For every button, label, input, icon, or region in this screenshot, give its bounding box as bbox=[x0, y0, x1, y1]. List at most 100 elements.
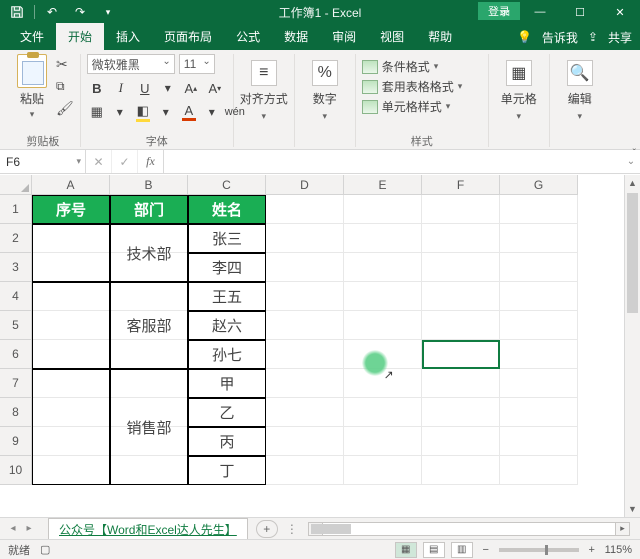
fill-color-icon[interactable]: ◧ bbox=[133, 102, 153, 122]
bold-button[interactable]: B bbox=[87, 78, 107, 98]
col-header[interactable]: G bbox=[500, 175, 578, 195]
undo-icon[interactable]: ↶ bbox=[41, 2, 63, 22]
row-header[interactable]: 1 bbox=[0, 195, 32, 224]
close-icon[interactable]: ✕ bbox=[600, 0, 640, 24]
dept-cell[interactable]: 技术部 bbox=[110, 224, 188, 282]
merged-cell[interactable] bbox=[32, 282, 110, 369]
borders-icon[interactable]: ▦ bbox=[87, 102, 107, 122]
grid-body[interactable]: 1 2 3 4 5 6 7 8 9 10 序号 部门 姓名 技术部 客服部 销售… bbox=[0, 195, 640, 517]
col-header[interactable]: B bbox=[110, 175, 188, 195]
dept-cell[interactable]: 销售部 bbox=[110, 369, 188, 485]
scroll-thumb[interactable] bbox=[311, 524, 351, 534]
share-button[interactable]: 共享 bbox=[608, 29, 632, 46]
formula-input[interactable] bbox=[164, 150, 622, 173]
select-all-corner[interactable] bbox=[0, 175, 32, 195]
name-cell[interactable]: 李四 bbox=[188, 253, 266, 282]
maximize-icon[interactable]: ☐ bbox=[560, 0, 600, 24]
sheet-nav[interactable]: ◂▸ bbox=[0, 523, 42, 534]
name-box[interactable]: F6 bbox=[0, 150, 86, 173]
number-format-button[interactable]: % 数字 ▾ bbox=[301, 54, 349, 122]
col-header[interactable]: C bbox=[188, 175, 266, 195]
scroll-right-icon[interactable]: ▸ bbox=[615, 523, 629, 535]
name-cell[interactable]: 孙七 bbox=[188, 340, 266, 369]
col-header[interactable]: A bbox=[32, 175, 110, 195]
zoom-out-icon[interactable]: − bbox=[479, 544, 493, 556]
minimize-icon[interactable]: — bbox=[520, 0, 560, 24]
name-cell[interactable]: 王五 bbox=[188, 282, 266, 311]
row-header[interactable]: 3 bbox=[0, 253, 32, 282]
increase-font-icon[interactable]: A▴ bbox=[181, 78, 201, 98]
sheet-tab[interactable]: 公众号【Word和Excel达人先生】 bbox=[48, 518, 248, 540]
zoom-level[interactable]: 115% bbox=[605, 544, 632, 556]
format-as-table-button[interactable]: 套用表格格式▾ bbox=[362, 78, 463, 95]
chevron-down-icon[interactable]: ▾ bbox=[159, 78, 177, 98]
scroll-up-icon[interactable]: ▲ bbox=[625, 175, 640, 191]
italic-button[interactable]: I bbox=[111, 78, 131, 98]
row-header[interactable]: 8 bbox=[0, 398, 32, 427]
ribbon-display-icon[interactable]: ▭ bbox=[490, 0, 520, 24]
redo-icon[interactable]: ↷ bbox=[69, 2, 91, 22]
name-cell[interactable]: 赵六 bbox=[188, 311, 266, 340]
cells-button[interactable]: ▦ 单元格 ▾ bbox=[495, 54, 543, 122]
conditional-formatting-button[interactable]: 条件格式▾ bbox=[362, 58, 439, 75]
page-break-view-icon[interactable]: ▥ bbox=[451, 542, 473, 558]
cancel-formula-icon[interactable]: ✕ bbox=[86, 150, 112, 173]
row-header[interactable]: 6 bbox=[0, 340, 32, 369]
merged-cell[interactable] bbox=[32, 224, 110, 282]
zoom-slider[interactable] bbox=[499, 548, 579, 552]
copy-icon[interactable]: ⧉ bbox=[56, 79, 74, 94]
chevron-down-icon[interactable]: ▾ bbox=[157, 102, 175, 122]
tab-help[interactable]: 帮助 bbox=[416, 23, 464, 50]
expand-formula-icon[interactable]: ⌄ bbox=[622, 150, 640, 173]
new-sheet-icon[interactable]: + bbox=[256, 520, 278, 538]
tab-review[interactable]: 审阅 bbox=[320, 23, 368, 50]
tab-file[interactable]: 文件 bbox=[8, 23, 56, 50]
dept-cell[interactable]: 客服部 bbox=[110, 282, 188, 369]
decrease-font-icon[interactable]: A▾ bbox=[205, 78, 225, 98]
scroll-down-icon[interactable]: ▼ bbox=[625, 501, 640, 517]
scroll-track[interactable] bbox=[625, 191, 640, 501]
save-icon[interactable] bbox=[6, 2, 28, 22]
table-header[interactable]: 部门 bbox=[110, 195, 188, 224]
tab-home[interactable]: 开始 bbox=[56, 23, 104, 50]
col-header[interactable]: E bbox=[344, 175, 422, 195]
name-cell[interactable]: 丙 bbox=[188, 427, 266, 456]
macro-record-icon[interactable]: ▢ bbox=[40, 543, 50, 556]
normal-view-icon[interactable]: ▦ bbox=[395, 542, 417, 558]
merged-cell[interactable] bbox=[32, 369, 110, 485]
col-header[interactable]: D bbox=[266, 175, 344, 195]
fx-icon[interactable]: fx bbox=[138, 150, 164, 173]
enter-formula-icon[interactable]: ✓ bbox=[112, 150, 138, 173]
lightbulb-icon[interactable]: 💡 bbox=[517, 30, 532, 44]
name-cell[interactable]: 丁 bbox=[188, 456, 266, 485]
zoom-in-icon[interactable]: + bbox=[585, 544, 599, 556]
chevron-down-icon[interactable]: ▾ bbox=[111, 102, 129, 122]
row-header[interactable]: 10 bbox=[0, 456, 32, 485]
name-cell[interactable]: 乙 bbox=[188, 398, 266, 427]
qat-customize-icon[interactable]: ▾ bbox=[97, 2, 119, 22]
cell-styles-button[interactable]: 单元格样式▾ bbox=[362, 98, 451, 115]
page-layout-view-icon[interactable]: ▤ bbox=[423, 542, 445, 558]
underline-button[interactable]: U bbox=[135, 78, 155, 98]
tell-me[interactable]: 告诉我 bbox=[542, 29, 578, 46]
tab-insert[interactable]: 插入 bbox=[104, 23, 152, 50]
font-color-icon[interactable]: A bbox=[179, 102, 199, 122]
cut-icon[interactable]: ✂ bbox=[56, 56, 74, 73]
tab-data[interactable]: 数据 bbox=[272, 23, 320, 50]
alignment-button[interactable]: ≡ 对齐方式 ▾ bbox=[240, 54, 288, 122]
format-painter-icon[interactable]: 🖌 bbox=[56, 100, 74, 117]
horizontal-scrollbar[interactable]: ◂ ▸ bbox=[308, 522, 630, 536]
row-header[interactable]: 7 bbox=[0, 369, 32, 398]
font-name-combo[interactable]: 微软雅黑 bbox=[87, 54, 175, 74]
table-header[interactable]: 姓名 bbox=[188, 195, 266, 224]
editing-button[interactable]: 🔍 编辑 ▾ bbox=[556, 54, 604, 122]
name-cell[interactable]: 甲 bbox=[188, 369, 266, 398]
row-header[interactable]: 9 bbox=[0, 427, 32, 456]
vertical-scrollbar[interactable]: ▲ ▼ bbox=[624, 175, 640, 517]
row-header[interactable]: 4 bbox=[0, 282, 32, 311]
table-header[interactable]: 序号 bbox=[32, 195, 110, 224]
font-size-combo[interactable]: 11 bbox=[179, 54, 215, 74]
scroll-thumb[interactable] bbox=[627, 193, 638, 313]
col-header[interactable]: F bbox=[422, 175, 500, 195]
tab-page-layout[interactable]: 页面布局 bbox=[152, 23, 224, 50]
